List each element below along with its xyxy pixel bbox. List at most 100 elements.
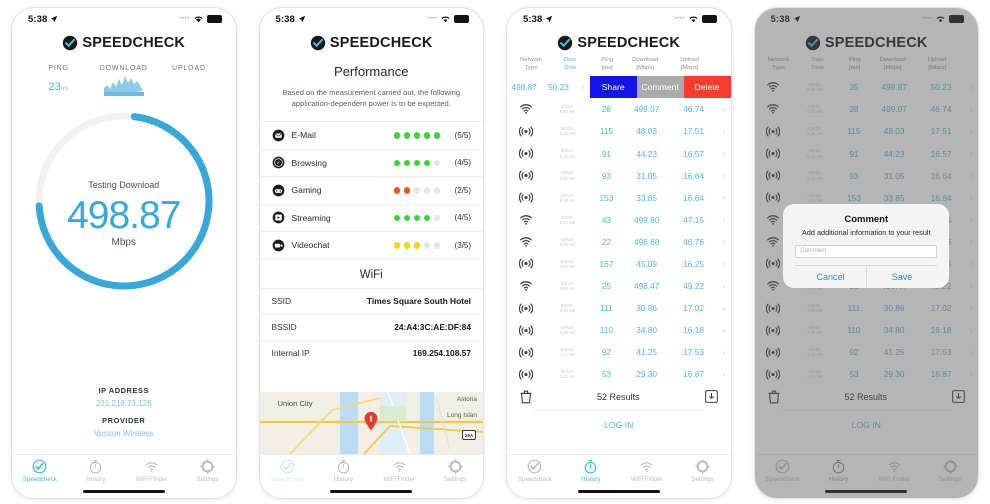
screen-history: 5:38 •••• SPEEDCHECK Network Type Date T… xyxy=(507,8,731,498)
perf-row-gaming[interactable]: Gaming (2/5) xyxy=(259,177,483,205)
network-type-cell xyxy=(507,258,545,270)
table-row[interactable]: 5/9/19, 5:38 AM 115 48.03 17.51 › xyxy=(507,120,731,142)
map-label-astoria: Astoria xyxy=(456,396,477,403)
table-row[interactable]: 5/9/19, 5:20 AM 93 31.05 16.64 › xyxy=(507,165,731,187)
phone-frame-4: 5:38 •••• SPEEDCHECK Network Type Date T… xyxy=(743,0,990,504)
perf-dots xyxy=(393,132,440,139)
cellular-icon xyxy=(518,325,533,336)
chevron-right-icon[interactable]: › xyxy=(717,348,730,357)
download-cell: 34.80 xyxy=(636,325,658,336)
gear-icon xyxy=(200,459,215,474)
tab-speedcheck[interactable]: Speedcheck xyxy=(12,459,68,483)
tab-speedcheck[interactable]: Speedcheck xyxy=(507,459,563,483)
perf-row-browsing[interactable]: Browsing (4/5) xyxy=(259,150,483,177)
dialog-subtitle: Add additional information to your resul… xyxy=(801,228,931,237)
trash-icon[interactable] xyxy=(520,390,532,404)
network-type-cell xyxy=(507,170,545,181)
table-row[interactable]: 5/9/19,4:50 AM 25 498.47 49.22 › xyxy=(507,275,731,297)
perf-score: (4/5) xyxy=(454,213,471,223)
wifi-icon xyxy=(393,462,405,472)
cancel-button[interactable]: Cancel xyxy=(795,266,866,288)
cellular-icon xyxy=(518,369,533,380)
chevron-right-icon[interactable]: › xyxy=(717,149,730,158)
perf-row-videochat[interactable]: Videochat (3/5) xyxy=(259,232,483,260)
home-indicator xyxy=(82,489,165,493)
chevron-right-icon[interactable]: › xyxy=(717,105,730,114)
tab-history[interactable]: History xyxy=(563,459,619,483)
tab-wifi-finder[interactable]: WiFi Finder xyxy=(124,459,180,483)
table-row[interactable]: 5/9/19,5:02 AM 167 45.09 16.25 › xyxy=(507,253,731,275)
screen-speedtest: 5:38 •••• SPEEDCHECK PING 23ms DOWNLOAD … xyxy=(12,8,236,498)
tab-settings[interactable]: Settings xyxy=(180,459,236,483)
col-ping[interactable]: Ping [ms] xyxy=(591,57,623,72)
save-button[interactable]: Save xyxy=(865,265,938,288)
chevron-right-icon[interactable]: › xyxy=(717,370,730,379)
location-arrow-icon xyxy=(298,15,306,23)
table-row[interactable]: 5/9/19, 4:21 AM 92 41.25 17.53 › xyxy=(507,341,731,363)
download-cell: 45.09 xyxy=(636,258,658,269)
col-date-time[interactable]: Date Time xyxy=(549,57,591,72)
perf-dots xyxy=(393,214,440,221)
share-button[interactable]: Share xyxy=(589,76,637,99)
chevron-right-icon[interactable]: › xyxy=(717,237,730,246)
perf-row-streaming[interactable]: Streaming (4/5) xyxy=(259,205,483,232)
table-row[interactable]: 5/9/19, 5:34 AM 91 44.23 16.57 › xyxy=(507,142,731,164)
date-time-cell: 5/9/19, 5:34 AM xyxy=(559,148,576,159)
delete-button[interactable]: Delete xyxy=(683,76,731,99)
download-box-icon[interactable] xyxy=(704,390,718,403)
chevron-right-icon[interactable]: › xyxy=(717,171,730,180)
ip-address-value: 231.219.73.128 xyxy=(95,399,152,408)
col-line2: [ms] xyxy=(601,64,613,71)
tab-speedcheck[interactable]: Speedcheck xyxy=(260,459,316,483)
brand-header: SPEEDCHECK xyxy=(260,35,484,51)
speedcheck-check-icon xyxy=(528,459,542,474)
metric-ping-unit: ms xyxy=(60,86,69,92)
history-rows: 5/9/19, 5:58 AM 28 499.07 46.74 › 5/9/19, 5:38 … xyxy=(507,98,731,385)
upload-cell: 17.53 xyxy=(683,347,704,358)
chevron-right-icon[interactable]: › xyxy=(717,259,730,268)
wifi-icon xyxy=(520,215,532,225)
table-row[interactable]: 5/9/19,5:06 AM 22 496.68 46.76 › xyxy=(507,231,731,253)
location-map[interactable]: Union City Astoria Long Islan 29A xyxy=(259,392,483,454)
comment-button[interactable]: Comment xyxy=(636,76,684,99)
tab-settings[interactable]: Settings xyxy=(427,459,483,483)
col-upload[interactable]: Upload [Mbps] xyxy=(667,57,711,72)
upload-cell: 49.22 xyxy=(683,281,704,292)
chevron-right-icon[interactable]: › xyxy=(717,304,730,313)
map-route-badge: 29A xyxy=(462,430,476,440)
download-cell: 30.86 xyxy=(636,303,658,314)
tab-wifi-finder[interactable]: WiFi Finder xyxy=(619,459,675,483)
perf-score: (4/5) xyxy=(454,158,471,168)
col-network-type: Network Type xyxy=(513,57,549,72)
screen-history-comment-dialog: 5:38 •••• SPEEDCHECK Network Type Date T… xyxy=(754,8,978,498)
tab-history[interactable]: History xyxy=(315,459,371,483)
play-circle-icon xyxy=(272,211,284,224)
tab-settings-label: Settings xyxy=(691,476,714,483)
tab-wifi-finder[interactable]: WiFi Finder xyxy=(371,459,427,483)
cellular-icon xyxy=(518,258,533,270)
video-camera-icon xyxy=(272,239,284,252)
table-row[interactable]: 5/9/19, 5:18 AM 153 33.85 16.64 › xyxy=(507,187,731,209)
table-row[interactable]: 5/9/19, 5:58 AM 28 499.07 46.74 › xyxy=(507,98,731,120)
chevron-right-icon[interactable]: › xyxy=(717,326,730,335)
upload-cell: 16.57 xyxy=(683,148,704,159)
provider-label: PROVIDER xyxy=(102,416,146,425)
col-download[interactable]: Download [Mbps] xyxy=(623,57,667,72)
ping-cell: 167 xyxy=(599,258,614,269)
perf-row-email[interactable]: E-Mail (5/5) xyxy=(259,122,483,150)
chevron-right-icon[interactable]: › xyxy=(717,127,730,136)
chevron-right-icon[interactable]: › xyxy=(717,215,730,224)
table-row[interactable]: 5/9/19,5:12 AM 43 499.80 47.15 › xyxy=(507,209,731,231)
chevron-right-icon[interactable]: › xyxy=(717,282,730,291)
tab-settings[interactable]: Settings xyxy=(675,459,731,483)
network-type-cell xyxy=(507,148,545,159)
wifi-key: BSSID xyxy=(271,322,297,332)
table-row[interactable]: 5/9/19, 2:53 AM 53 29.30 16.87 › xyxy=(507,363,731,385)
upload-cell: 16.18 xyxy=(683,325,704,336)
table-row[interactable]: 5/9/19, 4:49 AM 111 30.86 17.02 › xyxy=(507,297,731,319)
login-button[interactable]: LOG IN xyxy=(533,409,705,439)
comment-input[interactable]: Comment xyxy=(795,244,938,258)
chevron-right-icon[interactable]: › xyxy=(717,193,730,202)
table-row[interactable]: 5/9/19, 4:38 AM 110 34.80 16.18 › xyxy=(507,319,731,341)
tab-history[interactable]: History xyxy=(68,459,124,483)
